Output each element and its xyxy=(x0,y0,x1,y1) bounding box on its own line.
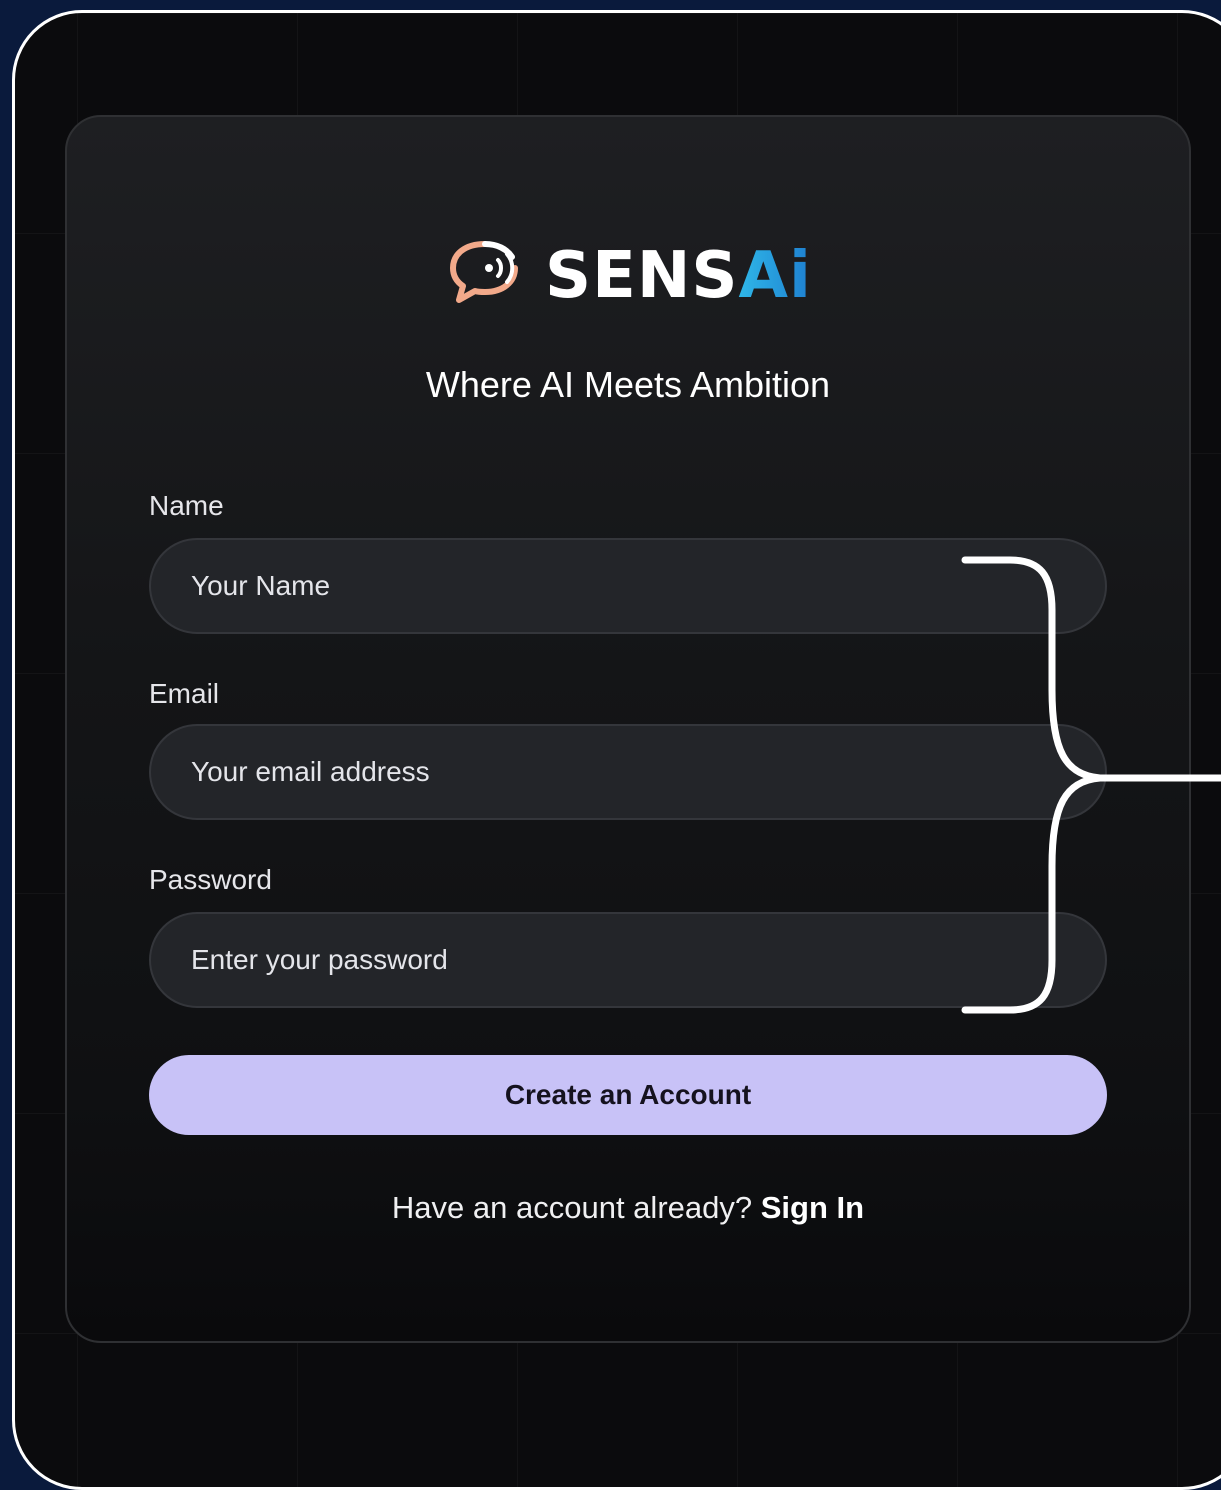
brand-wordmark: SENSAi xyxy=(545,236,812,316)
email-label: Email xyxy=(149,678,220,709)
signin-prompt-text: Have an account already? xyxy=(391,1190,753,1225)
brand-logo: SENSAi xyxy=(445,232,815,313)
password-label: Password xyxy=(149,864,272,895)
signin-prompt-row: Have an account already? Sign In xyxy=(0,1190,1221,1226)
name-input[interactable] xyxy=(149,538,1107,634)
brand-tagline: Where AI Meets Ambition xyxy=(425,364,831,405)
create-account-button[interactable]: Create an Account xyxy=(149,1055,1107,1135)
name-label: Name xyxy=(149,490,224,521)
password-input[interactable] xyxy=(149,912,1107,1008)
chat-bubble-signal-icon xyxy=(450,241,518,303)
brand-name-accent: Ai xyxy=(738,239,812,313)
sign-in-link[interactable]: Sign In xyxy=(761,1190,864,1225)
email-input[interactable] xyxy=(149,724,1107,820)
brand-name-main: SENS xyxy=(545,239,739,313)
